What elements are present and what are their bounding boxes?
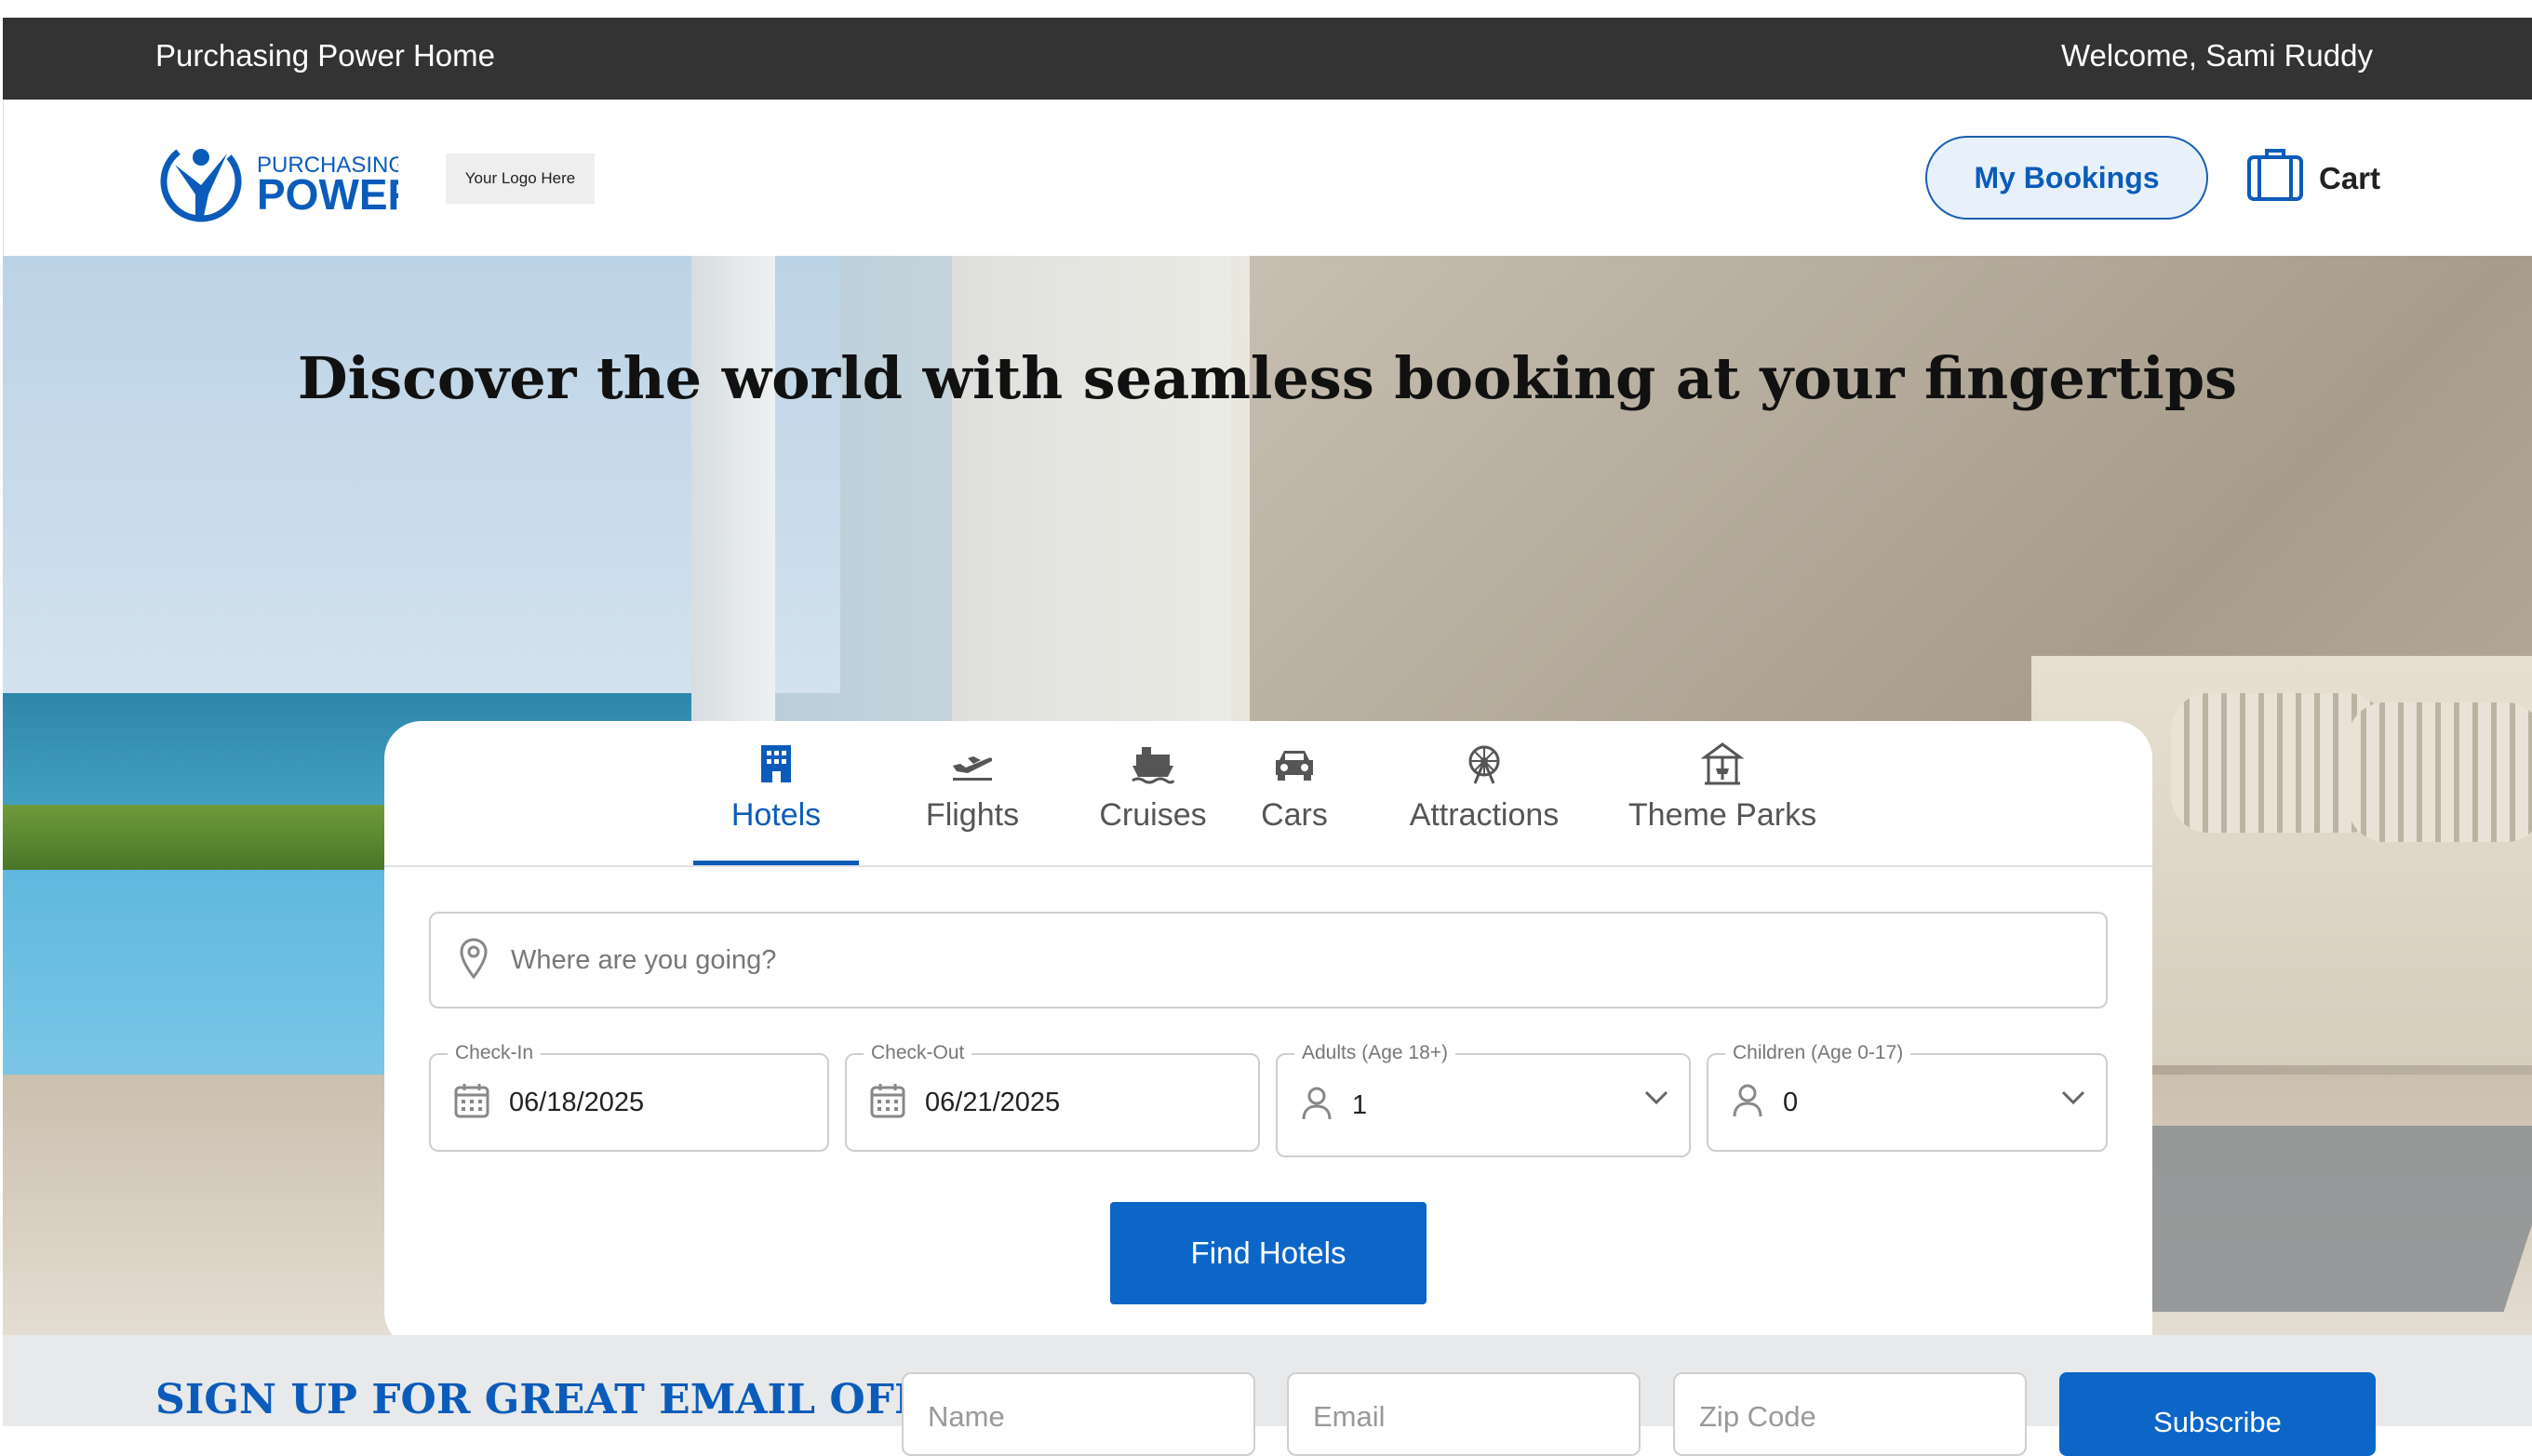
tab-cars[interactable]: Cars <box>1243 740 1346 863</box>
ferris-wheel-icon <box>1463 740 1506 788</box>
tab-hotels[interactable]: Hotels <box>693 740 859 865</box>
hero-bg-pillow <box>2348 702 2532 842</box>
tab-label: Hotels <box>730 797 822 833</box>
find-hotels-button[interactable]: Find Hotels <box>1110 1202 1427 1304</box>
cart-label: Cart <box>2319 161 2381 195</box>
logo-placeholder: Your Logo Here <box>446 154 595 204</box>
hero-banner: Discover the world with seamless booking… <box>3 256 2532 1335</box>
my-bookings-button[interactable]: My Bookings <box>1925 136 2208 220</box>
cruise-ship-icon <box>1131 740 1175 788</box>
name-input[interactable]: Name <box>902 1372 1255 1456</box>
person-icon <box>1300 1086 1333 1126</box>
checkin-label: Check-In <box>448 1042 542 1064</box>
tab-label: Cruises <box>1099 797 1207 833</box>
zip-code-input[interactable]: Zip Code <box>1673 1372 2027 1456</box>
tab-attractions[interactable]: Attractions <box>1382 740 1587 863</box>
hero-title: Discover the world with seamless booking… <box>297 344 2238 412</box>
booking-tabs: Hotels Flights Cruises Cars Attractions … <box>384 721 2152 867</box>
tab-theme-parks[interactable]: Theme Parks <box>1611 740 1834 863</box>
map-pin-icon <box>459 937 489 983</box>
browser-top-strip <box>0 0 2532 18</box>
children-select[interactable]: Children (Age 0-17) 0 <box>1707 1042 2108 1152</box>
adults-value: 1 <box>1352 1089 1368 1120</box>
site-header: PURCHASING POWER Your Logo Here My Booki… <box>3 100 2532 256</box>
tab-label: Theme Parks <box>1628 797 1817 833</box>
checkout-field[interactable]: Check-Out 06/21/2025 <box>845 1042 1260 1152</box>
suitcase-icon <box>2246 148 2304 209</box>
tab-label: Attractions <box>1409 797 1560 833</box>
checkin-value: 06/18/2025 <box>509 1087 645 1117</box>
chevron-down-icon <box>1644 1090 1668 1110</box>
cart-button[interactable]: Cart <box>2246 146 2380 211</box>
tab-label: Flights <box>925 797 1020 833</box>
hotel-icon <box>757 740 795 788</box>
adults-label: Adults (Age 18+) <box>1294 1042 1456 1064</box>
signup-title: SIGN UP FOR GREAT EMAIL OFFERS <box>155 1376 1019 1423</box>
checkout-label: Check-Out <box>864 1042 972 1064</box>
checkin-field[interactable]: Check-In 06/18/2025 <box>429 1042 829 1152</box>
adults-select[interactable]: Adults (Age 18+) 1 <box>1276 1042 1691 1157</box>
home-link[interactable]: Purchasing Power Home <box>155 38 495 73</box>
children-value: 0 <box>1783 1087 1799 1117</box>
person-icon <box>1731 1083 1764 1123</box>
carousel-icon <box>1701 740 1744 788</box>
destination-field[interactable] <box>429 912 2108 1009</box>
calendar-icon <box>869 1082 906 1124</box>
tab-flights[interactable]: Flights <box>894 740 1051 863</box>
car-icon <box>1272 740 1317 788</box>
email-signup-bar: SIGN UP FOR GREAT EMAIL OFFERS Name Emai… <box>3 1335 2532 1456</box>
brand-bottom-text: POWER <box>257 170 398 219</box>
chevron-down-icon <box>2061 1090 2085 1110</box>
purchasing-power-logo[interactable]: PURCHASING POWER <box>156 137 419 225</box>
booking-card: Hotels Flights Cruises Cars Attractions … <box>384 721 2152 1335</box>
flight-icon <box>951 740 994 788</box>
welcome-text: Welcome, Sami Ruddy <box>2060 38 2373 73</box>
email-input[interactable]: Email <box>1287 1372 1641 1456</box>
calendar-icon <box>453 1082 490 1124</box>
subscribe-button[interactable]: Subscribe <box>2059 1372 2376 1456</box>
destination-input[interactable] <box>509 943 2002 977</box>
children-label: Children (Age 0-17) <box>1725 1042 1911 1064</box>
checkout-value: 06/21/2025 <box>925 1087 1061 1117</box>
top-bar: Purchasing Power Home Welcome, Sami Rudd… <box>3 18 2532 100</box>
tab-cruises[interactable]: Cruises <box>1068 740 1238 863</box>
tab-label: Cars <box>1261 797 1328 833</box>
